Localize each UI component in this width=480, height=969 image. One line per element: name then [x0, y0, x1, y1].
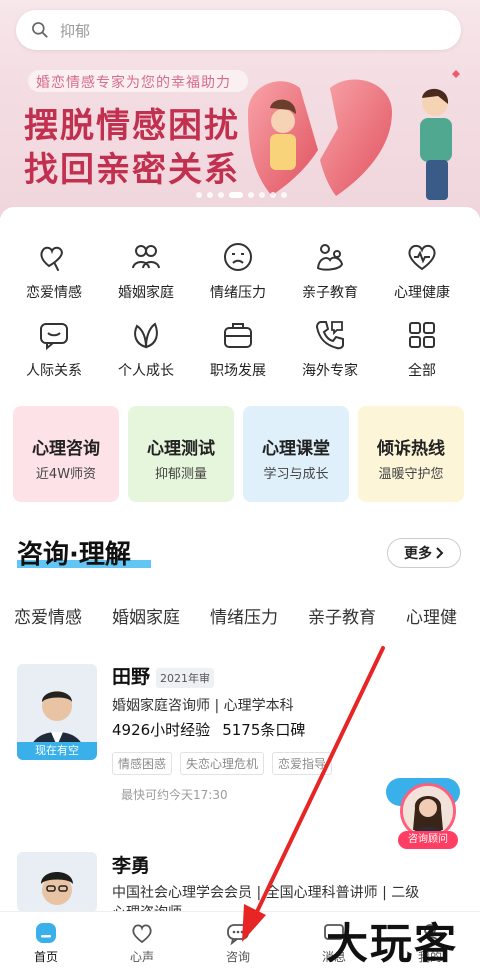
counselor-photo: [17, 852, 97, 912]
review-count: 5175条口碑: [222, 721, 306, 739]
briefcase-icon: [224, 323, 252, 348]
banner-headline-2: 找回亲密关系: [24, 150, 240, 190]
nav-home[interactable]: 首页: [6, 920, 86, 965]
banner-subtitle: 婚恋情感专家为您的幸福助力: [36, 75, 231, 91]
tag: 失恋心理危机: [180, 752, 265, 775]
tag: 恋爱指导: [272, 752, 333, 775]
category-label: 职场发展: [210, 363, 266, 379]
heart-pulse-icon: [408, 244, 436, 271]
category-label: 个人成长: [118, 363, 174, 379]
topic-tabs: 恋爱情感 婚姻家庭 情绪压力 亲子教育 心理健: [14, 603, 457, 628]
card-title: 心理咨询: [32, 439, 100, 459]
nav-label: 心声: [129, 950, 154, 964]
carousel-dot[interactable]: [248, 192, 254, 198]
category-romance[interactable]: 恋爱情感: [6, 240, 102, 302]
tab-parenting[interactable]: 亲子教育: [308, 603, 376, 628]
experience-hours: 4926小时经验: [112, 721, 211, 739]
category-label: 恋爱情感: [26, 285, 82, 301]
year-badge: 2021年审: [156, 668, 214, 688]
counselor-avatar[interactable]: [17, 852, 97, 912]
card-subtitle: 学习与成长: [263, 467, 329, 482]
card-subtitle: 温暖守护您: [378, 467, 444, 482]
category-label: 海外专家: [302, 363, 358, 379]
chevron-right-icon: [436, 547, 444, 559]
leaves-icon: [134, 322, 158, 349]
carousel-dot[interactable]: [196, 192, 202, 198]
section-title: 咨询·理解: [17, 540, 131, 570]
heart-chat-icon: [132, 924, 152, 944]
tab-emotion[interactable]: 情绪压力: [210, 603, 278, 628]
counselor-title: 中国社会心理学会会员 | 全国心理科普讲师 | 二级: [112, 885, 420, 901]
category-label: 亲子教育: [302, 285, 358, 301]
category-mental-health[interactable]: 心理健康: [374, 240, 470, 302]
consult-chat-icon: [227, 924, 249, 946]
carousel-dot[interactable]: [281, 192, 287, 198]
grid-icon: [409, 322, 435, 348]
category-career[interactable]: 职场发展: [190, 318, 286, 380]
advisor-photo: [403, 786, 453, 836]
chat-icon: [40, 323, 68, 351]
card-hotline[interactable]: 倾诉热线 温暖守护您: [358, 406, 464, 502]
category-emotion[interactable]: 情绪压力: [190, 240, 286, 302]
tab-mental-health[interactable]: 心理健: [406, 603, 457, 628]
search-icon: [32, 22, 48, 38]
card-subtitle: 近4W师资: [35, 467, 97, 482]
counselor-stats: 4926小时经验 5175条口碑: [112, 719, 305, 740]
card-test[interactable]: 心理测试 抑郁测量: [128, 406, 234, 502]
category-label: 情绪压力: [210, 285, 266, 301]
category-marriage[interactable]: 婚姻家庭: [98, 240, 194, 302]
parent-child-icon: [316, 244, 344, 271]
status-badge: 现在有空: [17, 742, 97, 760]
carousel-dot[interactable]: [259, 192, 265, 198]
category-all[interactable]: 全部: [374, 318, 470, 380]
card-counseling[interactable]: 心理咨询 近4W师资: [13, 406, 119, 502]
category-label: 人际关系: [26, 363, 82, 379]
watermark: 大玩客: [326, 919, 459, 968]
couple-icon: [132, 245, 160, 269]
search-bar[interactable]: 抑郁: [16, 10, 461, 50]
category-parenting[interactable]: 亲子教育: [282, 240, 378, 302]
carousel-dot[interactable]: [218, 192, 224, 198]
hearts-icon: [40, 246, 63, 271]
card-title: 心理课堂: [262, 439, 330, 459]
tab-romance[interactable]: 恋爱情感: [14, 603, 82, 628]
promo-banner[interactable]: 抑郁 婚恋情感专家为您的幸福助力 摆脱情感困扰 找回亲密关系: [0, 0, 480, 218]
counselor-title: 婚姻家庭咨询师 | 心理学本科: [112, 698, 294, 714]
carousel-dots[interactable]: [196, 192, 287, 198]
more-button[interactable]: 更多: [387, 538, 461, 568]
tab-marriage[interactable]: 婚姻家庭: [112, 603, 180, 628]
card-subtitle: 抑郁测量: [154, 467, 207, 482]
category-overseas[interactable]: 海外专家: [282, 318, 378, 380]
card-classroom[interactable]: 心理课堂 学习与成长: [243, 406, 349, 502]
counselor-name[interactable]: 田野: [112, 662, 150, 689]
nav-consult[interactable]: 咨询: [198, 920, 278, 965]
advisor-float-button[interactable]: 咨询顾问: [398, 783, 458, 849]
counselor-name[interactable]: 李勇: [112, 851, 150, 878]
phone-chat-icon: [315, 321, 344, 350]
category-growth[interactable]: 个人成长: [98, 318, 194, 380]
category-label: 婚姻家庭: [118, 285, 174, 301]
card-title: 心理测试: [147, 439, 215, 459]
category-relationships[interactable]: 人际关系: [6, 318, 102, 380]
nav-label: 咨询: [225, 950, 250, 964]
counselor-tags: 情感困惑 失恋心理危机 恋爱指导: [112, 752, 333, 775]
more-label: 更多: [404, 546, 432, 562]
home-icon: [36, 923, 56, 943]
counselor-avatar[interactable]: 现在有空: [17, 664, 97, 760]
sad-face-icon: [224, 243, 252, 271]
carousel-dot[interactable]: [270, 192, 276, 198]
search-placeholder[interactable]: 抑郁: [60, 20, 90, 41]
nav-label: 首页: [33, 950, 58, 964]
banner-headline-1: 摆脱情感困扰: [24, 106, 240, 146]
tag: 情感困惑: [112, 752, 173, 775]
advisor-label: 咨询顾问: [398, 831, 458, 849]
category-label: 全部: [408, 363, 436, 379]
nav-voice[interactable]: 心声: [102, 920, 182, 965]
card-title: 倾诉热线: [377, 439, 445, 459]
carousel-dot[interactable]: [207, 192, 213, 198]
category-label: 心理健康: [394, 285, 450, 301]
availability-text: 最快可约今天17:30: [121, 788, 228, 802]
counselor-title-line2: 心理咨询师: [112, 902, 182, 911]
carousel-dot-active[interactable]: [229, 192, 243, 198]
